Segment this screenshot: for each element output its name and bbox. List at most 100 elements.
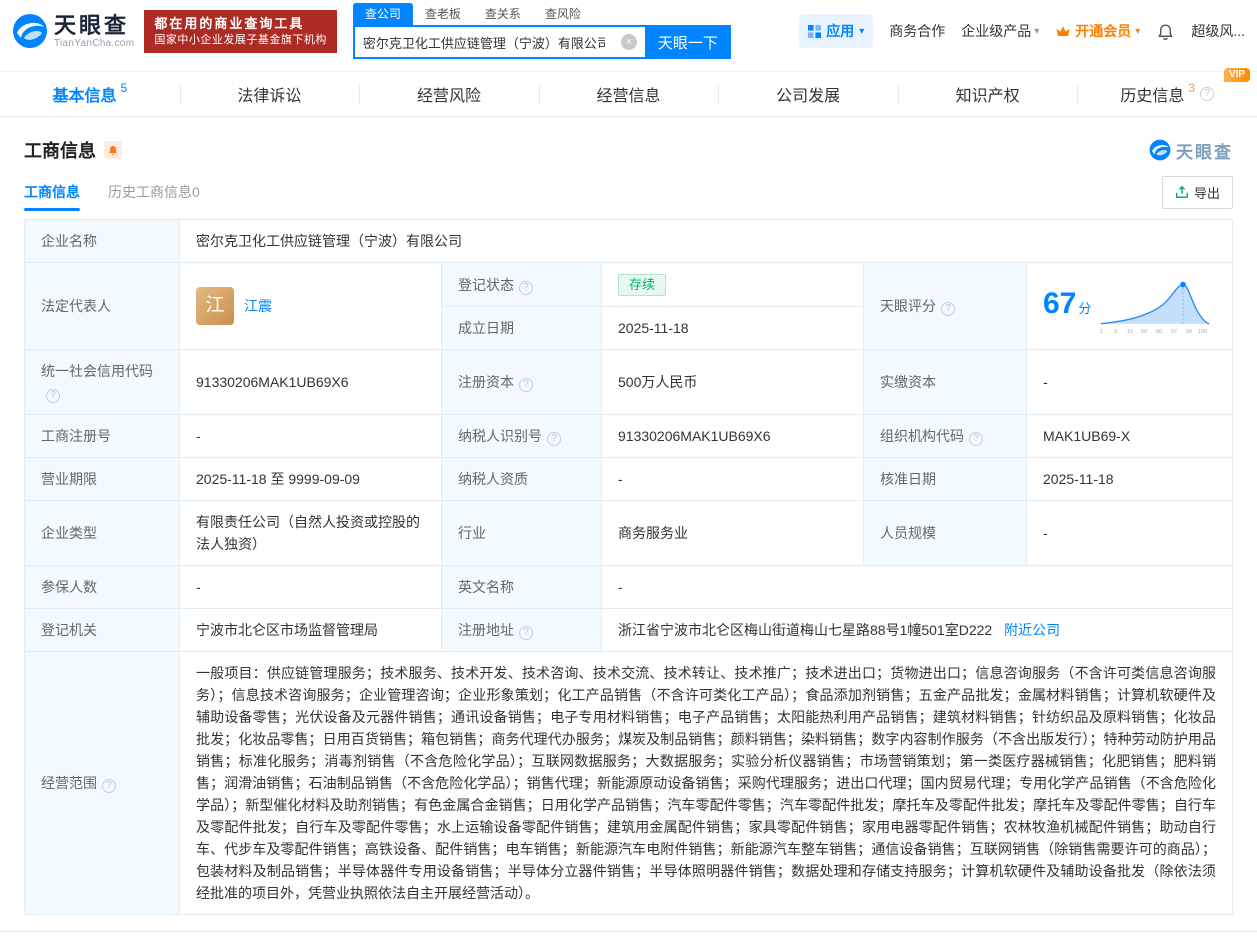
clear-search-icon[interactable]: × — [620, 34, 637, 50]
search-tab-relation[interactable]: 查关系 — [473, 3, 533, 25]
info-icon[interactable]: ? — [519, 280, 533, 295]
watermark-label: 天眼查 — [1176, 142, 1233, 162]
svg-text:80: 80 — [1156, 329, 1162, 335]
search-area: 查公司 查老板 查关系 查风险 × 天眼一下 — [352, 3, 731, 59]
super-risk-link[interactable]: 超级风... — [1191, 21, 1245, 41]
legal-rep-avatar[interactable]: 江 — [196, 287, 234, 325]
value-reg-status: 存续 — [601, 262, 864, 307]
tab-operating-risk[interactable]: 经营风险 — [359, 72, 539, 116]
value-business-term: 2025-11-18 至 9999-09-09 — [179, 457, 442, 501]
super-risk-label: 超级风... — [1191, 23, 1245, 39]
value-uscc: 91330206MAK1UB69X6 — [179, 349, 442, 415]
tab-basic-info[interactable]: 基本信息 5 — [0, 72, 180, 116]
tianyancha-logo[interactable]: 天眼查 TianYanCha.com — [12, 13, 134, 49]
svg-text:15: 15 — [1127, 329, 1133, 335]
export-icon — [1176, 185, 1188, 198]
value-taxpayer-quality: - — [601, 457, 864, 501]
value-english-name: - — [601, 565, 1233, 609]
info-icon[interactable]: ? — [1200, 87, 1215, 101]
score-unit: 分 — [1078, 300, 1092, 316]
legal-rep-link[interactable]: 江震 — [244, 295, 272, 317]
table-row: 统一社会信用代码? 91330206MAK1UB69X6 注册资本? 500万人… — [24, 349, 1233, 415]
info-icon[interactable]: ? — [102, 779, 116, 793]
tab-history-info[interactable]: 历史信息 3 ? VIP — [1077, 68, 1257, 116]
tab-legal-proceedings[interactable]: 法律诉讼 — [179, 72, 360, 116]
tab-label: 经营风险 — [416, 88, 481, 105]
value-paid-capital: - — [1026, 349, 1233, 415]
business-coop-label: 商务合作 — [889, 23, 946, 39]
search-tab-risk[interactable]: 查风险 — [533, 3, 593, 25]
info-icon[interactable]: ? — [519, 626, 533, 640]
value-company-name: 密尔克卫化工供应链管理（宁波）有限公司 — [179, 219, 1233, 263]
value-tianyan-score[interactable]: 67 分 1 3 15 50 80 97 99 100 — [1026, 262, 1233, 350]
label-company-type: 企业类型 — [24, 500, 180, 566]
info-icon[interactable]: ? — [969, 432, 983, 446]
export-label: 导出 — [1193, 185, 1220, 201]
apps-label: 应用 — [826, 23, 855, 39]
info-icon[interactable]: ? — [547, 432, 561, 446]
section-title: 工商信息 — [24, 141, 96, 161]
label-taxpayer-id: 纳税人识别号? — [441, 414, 602, 458]
export-button[interactable]: 导出 — [1161, 175, 1233, 209]
tianyancha-watermark-icon — [1149, 139, 1171, 161]
info-icon[interactable]: ? — [941, 302, 955, 316]
notification-bell-icon[interactable] — [1156, 22, 1175, 41]
info-icon[interactable]: ? — [46, 389, 60, 403]
table-row: 登记机关 宁波市北仑区市场监督管理局 注册地址? 浙江省宁波市北仑区梅山街道梅山… — [24, 608, 1233, 652]
status-badge: 存续 — [618, 274, 667, 296]
value-org-code: MAK1UB69-X — [1026, 414, 1233, 458]
subscribe-bell-icon[interactable] — [104, 141, 122, 159]
search-button[interactable]: 天眼一下 — [644, 25, 731, 59]
svg-text:100: 100 — [1198, 329, 1207, 335]
open-vip-label: 开通会员 — [1075, 23, 1132, 39]
tab-label: 基本信息 — [52, 88, 117, 105]
score-distribution-chart: 1 3 15 50 80 97 99 100 — [1100, 281, 1210, 335]
apps-menu[interactable]: 应用 ▾ — [799, 14, 874, 48]
business-coop-link[interactable]: 商务合作 — [889, 21, 945, 41]
label-paid-capital: 实缴资本 — [863, 349, 1027, 415]
search-input[interactable] — [354, 34, 613, 50]
search-tab-boss[interactable]: 查老板 — [413, 3, 473, 25]
value-business-scope: 一般项目：供应链管理服务；技术服务、技术开发、技术咨询、技术交流、技术转让、技术… — [179, 651, 1233, 915]
label-tianyan-score: 天眼评分? — [863, 262, 1027, 350]
company-nav-tabs: 基本信息 5 法律诉讼 经营风险 经营信息 公司发展 知识产权 历史信息 3 ?… — [0, 68, 1257, 117]
caret-down-icon: ▾ — [859, 25, 865, 37]
tab-label: 公司发展 — [776, 88, 841, 105]
enterprise-products-link[interactable]: 企业级产品 ▾ — [961, 21, 1039, 41]
crown-icon — [1056, 25, 1070, 36]
table-row: 企业名称 密尔克卫化工供应链管理（宁波）有限公司 — [24, 219, 1233, 263]
label-taxpayer-quality: 纳税人资质 — [441, 457, 602, 501]
subtab-history-registration[interactable]: 历史工商信息0 — [108, 171, 200, 213]
section-header: 工商信息 天眼查 — [0, 117, 1257, 171]
label-org-code: 组织机构代码? — [863, 414, 1027, 458]
tab-company-development[interactable]: 公司发展 — [718, 72, 898, 116]
enterprise-products-label: 企业级产品 — [961, 23, 1032, 39]
tab-intellectual-property[interactable]: 知识产权 — [897, 72, 1078, 116]
top-header: 天眼查 TianYanCha.com 都在用的商业查询工具 国家中小企业发展子基… — [0, 0, 1257, 62]
brand-domain: TianYanCha.com — [54, 37, 135, 49]
tab-count: 3 — [1188, 81, 1196, 95]
label-approval-date: 核准日期 — [863, 457, 1027, 501]
label-reg-capital: 注册资本? — [441, 349, 602, 415]
svg-text:99: 99 — [1186, 329, 1192, 335]
label-company-name: 企业名称 — [24, 219, 180, 263]
header-right-nav: 应用 ▾ 商务合作 企业级产品 ▾ 开通会员 ▾ 超级风... — [799, 14, 1245, 48]
brand-slogan-badge: 都在用的商业查询工具 国家中小企业发展子基金旗下机构 — [144, 9, 337, 53]
value-reg-no: - — [179, 414, 442, 458]
slogan-line2: 国家中小企业发展子基金旗下机构 — [154, 33, 327, 46]
svg-text:97: 97 — [1171, 329, 1177, 335]
label-industry: 行业 — [441, 500, 602, 566]
value-registered-address: 浙江省宁波市北仑区梅山街道梅山七星路88号1幢501室D222 附近公司 — [601, 608, 1233, 652]
value-registration-authority: 宁波市北仑区市场监督管理局 — [179, 608, 442, 652]
nearby-companies-link[interactable]: 附近公司 — [1004, 622, 1060, 638]
value-founded-date: 2025-11-18 — [601, 306, 864, 350]
value-approval-date: 2025-11-18 — [1026, 457, 1233, 501]
info-icon[interactable]: ? — [519, 378, 533, 392]
tab-label: 法律诉讼 — [237, 88, 302, 105]
label-business-term: 营业期限 — [24, 457, 180, 501]
search-tab-company[interactable]: 查公司 — [352, 3, 413, 25]
open-vip-link[interactable]: 开通会员 ▾ — [1055, 21, 1140, 41]
search-box: × 天眼一下 — [352, 25, 731, 59]
tab-business-info[interactable]: 经营信息 — [538, 72, 719, 116]
subtab-business-registration[interactable]: 工商信息 — [24, 171, 80, 213]
